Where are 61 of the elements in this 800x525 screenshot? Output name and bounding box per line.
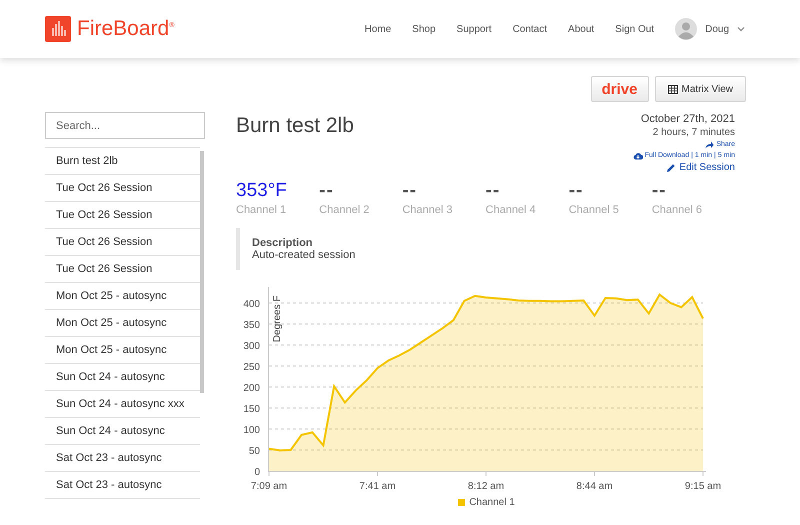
tick-mark [268,470,270,476]
cloud-download-icon [632,152,643,160]
matrix-view-button[interactable]: Matrix View [654,76,746,102]
x-tick-label: 8:44 am [576,481,613,492]
channel-name: Channel 2 [319,204,370,216]
y-tick-label: 300 [243,341,260,352]
y-tick-label: 0 [254,467,260,478]
y-tick-label: 400 [243,299,260,310]
nav-link[interactable]: Shop [412,24,436,34]
share-icon [705,140,714,148]
description-heading: Description [252,237,314,249]
axis-title: Degrees F [272,296,283,342]
user-menu[interactable]: Doug [675,18,745,40]
x-tick-label: 9:15 am [684,481,722,492]
tick-mark [594,470,595,476]
scrollbar[interactable] [200,151,204,393]
logo-text[interactable]: FireBoard$^{®}$ [77,17,174,41]
session-duration: 2 hours, 7 minutes [652,126,735,139]
session-item[interactable]: Sat Oct 23 - autosync [45,472,200,499]
session-item[interactable]: Burn test 2lb [45,147,200,175]
channel-name: Channel 1 [236,204,288,216]
edit-session-link[interactable]: Edit Session [666,161,735,174]
session-title: Burn test 2lb [236,114,354,139]
x-tick-label: 7:41 am [359,481,396,492]
nav-link[interactable]: About [568,24,594,34]
channel-reading: -- [568,180,584,202]
description-text: Auto-created session [252,249,356,261]
logo-icon [45,16,71,42]
avatar-icon [675,18,698,40]
tick-mark [377,470,378,476]
y-tick-label: 100 [243,425,260,436]
channel-reading: -- [319,180,335,202]
channel-reading: 353°F [236,180,288,202]
channel-reading: -- [486,180,502,202]
pencil-icon [666,162,676,172]
legend-label: Channel 1 [469,497,515,508]
session-date: October 27th, 2021 [640,112,735,126]
nav-link[interactable]: Sign Out [615,24,654,34]
session-item[interactable]: Sat Oct 23 - autosync [45,445,200,472]
channel-name: Channel 5 [568,204,620,216]
grid-icon [668,84,678,94]
search-field[interactable]: Search... [45,112,205,139]
x-tick-label: 7:09 am [250,481,288,492]
channel-name: Channel 4 [486,204,537,216]
caret-icon [737,26,745,32]
y-tick-label: 250 [243,362,260,373]
session-item[interactable]: Sun Oct 24 - autosync xxx [45,391,200,418]
channel-name: Channel 3 [402,204,454,216]
channel-reading: -- [652,180,668,202]
channel-reading: -- [402,180,418,202]
y-tick-label: 200 [243,383,260,394]
y-tick-label: 350 [243,320,260,331]
tick-mark [702,470,704,476]
channel-name: Channel 6 [652,204,704,216]
session-item[interactable]: Sun Oct 24 - autosync [45,418,200,445]
x-tick-label: 8:12 am [468,481,504,492]
nav-link[interactable]: Support [456,24,492,34]
y-tick-label: 50 [248,446,260,457]
y-tick-label: 150 [243,404,260,415]
nav-link[interactable]: Home [364,24,392,34]
nav-link[interactable]: Contact [512,24,548,34]
